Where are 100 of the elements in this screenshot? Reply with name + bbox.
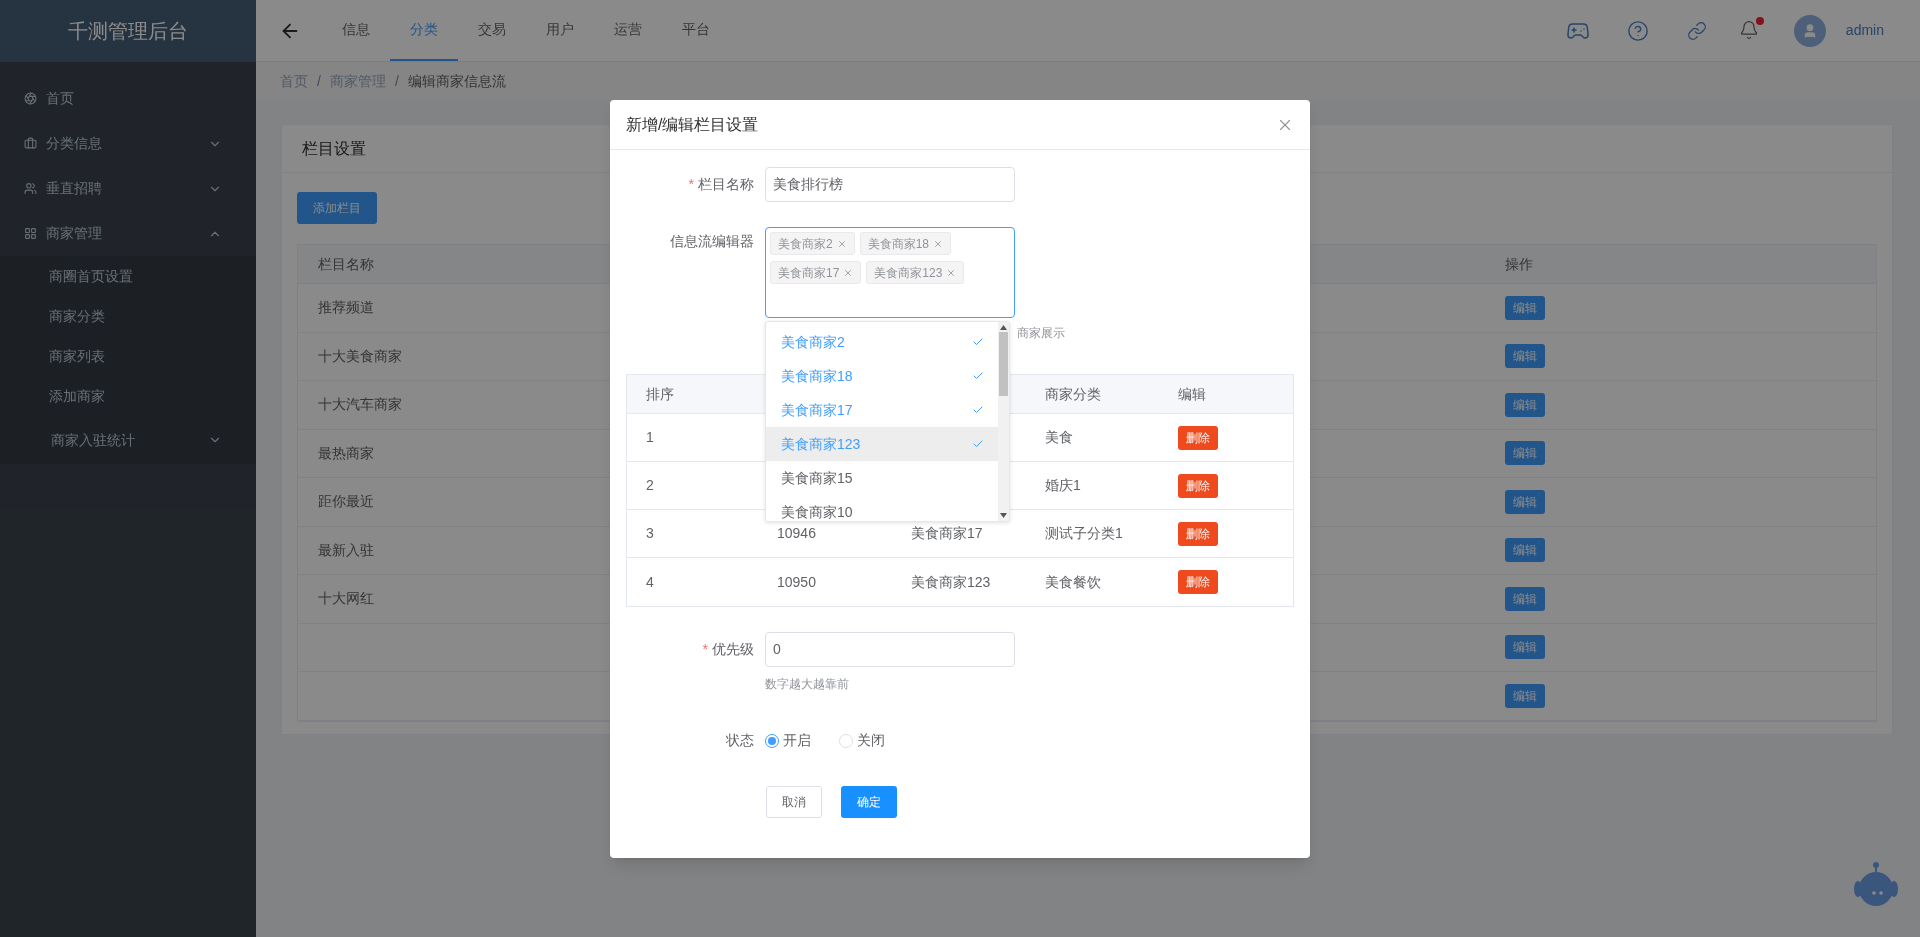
table-cell-text: 最新入驻 <box>318 540 374 560</box>
required-mark: * <box>688 175 694 194</box>
cancel-button[interactable]: 取消 <box>766 786 822 818</box>
logo-text: 千测管理后台 <box>68 19 188 44</box>
field-label: 信息流编辑器 <box>670 232 754 251</box>
check-icon <box>972 336 984 348</box>
table-cell-text: 测试子分类1 <box>1045 524 1123 543</box>
help-icon[interactable] <box>1626 19 1649 42</box>
scroll-down-icon[interactable] <box>1000 513 1007 518</box>
table-cell-text: 美食 <box>1045 428 1073 447</box>
delete-button[interactable]: 删除 <box>1178 570 1218 594</box>
nav-tab[interactable]: 运营 <box>594 0 662 61</box>
menu-icon <box>24 92 37 105</box>
link-icon[interactable] <box>1686 20 1707 41</box>
menu-icon <box>24 137 37 150</box>
required-mark: * <box>702 640 708 659</box>
column-header: 编辑 <box>1178 384 1206 404</box>
menu-icon <box>24 182 37 195</box>
breadcrumb-separator: / <box>394 71 399 91</box>
field-hint: 商家展示 <box>1017 326 1065 340</box>
dialog-title: 新增/编辑栏目设置 <box>626 114 759 135</box>
remove-icon[interactable] <box>946 267 957 278</box>
menu-item[interactable]: 首页 <box>0 76 256 121</box>
radio-option[interactable]: 开启 <box>765 730 811 751</box>
table-cell-text: 美食餐饮 <box>1045 572 1101 592</box>
add-column-button[interactable]: 添加栏目 <box>297 192 377 224</box>
nav-tab[interactable]: 平台 <box>662 0 730 61</box>
field-label: 栏目名称 <box>698 175 754 194</box>
table-cell-text: 10950 <box>777 572 816 592</box>
table-cell-text: 3 <box>646 524 654 543</box>
menu-item[interactable]: 垂直招聘 <box>0 166 256 211</box>
edit-button[interactable]: 编辑 <box>1505 295 1545 320</box>
table-cell-text: 最热商家 <box>318 443 374 463</box>
breadcrumb-separator: / <box>317 71 321 91</box>
table-cell-text: 距你最近 <box>318 492 374 512</box>
table-cell-text: 十大汽车商家 <box>318 395 402 415</box>
edit-button[interactable]: 编辑 <box>1505 392 1545 417</box>
menu-item[interactable]: 分类信息 <box>0 121 256 166</box>
confirm-button[interactable]: 确定 <box>841 786 897 818</box>
multi-select-field[interactable]: 美食商家2 美食商家18 美食商家17 美食商家123 <box>765 227 1015 318</box>
column-header: 栏目名称 <box>318 254 374 274</box>
field-hint: 数字越大越靠前 <box>765 677 849 691</box>
column-header: 操作 <box>1505 254 1533 274</box>
table-cell-text: 十大网红 <box>318 589 374 609</box>
table-cell-text: 4 <box>646 572 654 592</box>
radio-option[interactable]: 关闭 <box>839 730 885 751</box>
remove-icon[interactable] <box>933 238 944 249</box>
selected-tag: 美食商家17 <box>770 261 862 284</box>
selected-tag: 美食商家18 <box>859 232 952 255</box>
card-title: 栏目设置 <box>302 138 366 159</box>
nav-tab[interactable]: 用户 <box>526 0 594 61</box>
table-cell-text: 婚庆1 <box>1045 476 1081 495</box>
table-cell-text: 2 <box>646 476 654 495</box>
bell-button[interactable] <box>1738 19 1761 42</box>
check-icon <box>972 438 984 450</box>
remove-icon[interactable] <box>843 267 854 278</box>
name-input[interactable]: 美食排行榜 <box>765 167 1015 202</box>
nav-tab[interactable]: 交易 <box>458 0 526 61</box>
edit-button[interactable]: 编辑 <box>1505 344 1545 369</box>
bell-icon <box>1738 19 1759 40</box>
table-cell-text: 10946 <box>777 524 816 543</box>
priority-input[interactable]: 0 <box>765 632 1015 667</box>
delete-button[interactable]: 删除 <box>1178 425 1218 450</box>
submenu-item[interactable]: 商圈首页设置 <box>0 256 256 296</box>
edit-button[interactable]: 编辑 <box>1505 441 1545 466</box>
submenu-item[interactable]: 添加商家 <box>0 376 256 416</box>
remove-icon[interactable] <box>836 238 847 249</box>
selected-tag: 美食商家2 <box>770 232 855 255</box>
field-label: 状态 <box>726 731 754 750</box>
submenu-item[interactable]: 商家分类 <box>0 296 256 336</box>
edit-button[interactable]: 编辑 <box>1505 683 1545 708</box>
delete-button[interactable]: 删除 <box>1178 473 1218 498</box>
breadcrumb-item: 编辑商家信息流 <box>407 71 506 91</box>
avatar[interactable] <box>1793 14 1826 47</box>
table-cell-text: 十大美食商家 <box>318 346 402 366</box>
table-cell-text: 美食商家17 <box>911 524 983 543</box>
scroll-up-icon[interactable] <box>1000 325 1007 330</box>
nav-tab[interactable]: 信息 <box>322 0 390 61</box>
edit-button[interactable]: 编辑 <box>1505 489 1545 514</box>
edit-button[interactable]: 编辑 <box>1505 635 1545 660</box>
selected-tag: 美食商家123 <box>866 261 965 284</box>
dropdown-option[interactable]: 美食商家10 <box>766 495 998 521</box>
edit-button[interactable]: 编辑 <box>1505 538 1545 563</box>
table-cell-text: 推荐频道 <box>318 298 374 318</box>
menu-item[interactable]: 商家管理 <box>0 211 256 256</box>
table-cell-text: 1 <box>646 428 654 447</box>
column-header: 商家分类 <box>1045 384 1101 404</box>
table-cell-text: 美食商家123 <box>911 572 991 592</box>
scrollbar[interactable] <box>998 322 1009 521</box>
robot-icon[interactable] <box>1853 860 1899 907</box>
dropdown-option[interactable]: 美食商家123 <box>766 427 998 461</box>
column-header: 排序 <box>646 384 674 404</box>
menu-icon <box>24 227 37 240</box>
field-label: 优先级 <box>712 640 754 659</box>
username[interactable]: admin <box>1845 20 1884 41</box>
submenu-item[interactable]: 商家列表 <box>0 336 256 376</box>
check-icon <box>972 370 984 382</box>
delete-button[interactable]: 删除 <box>1178 521 1218 546</box>
edit-button[interactable]: 编辑 <box>1505 586 1545 611</box>
submenu-item[interactable]: 商家入驻统计 <box>0 416 256 464</box>
